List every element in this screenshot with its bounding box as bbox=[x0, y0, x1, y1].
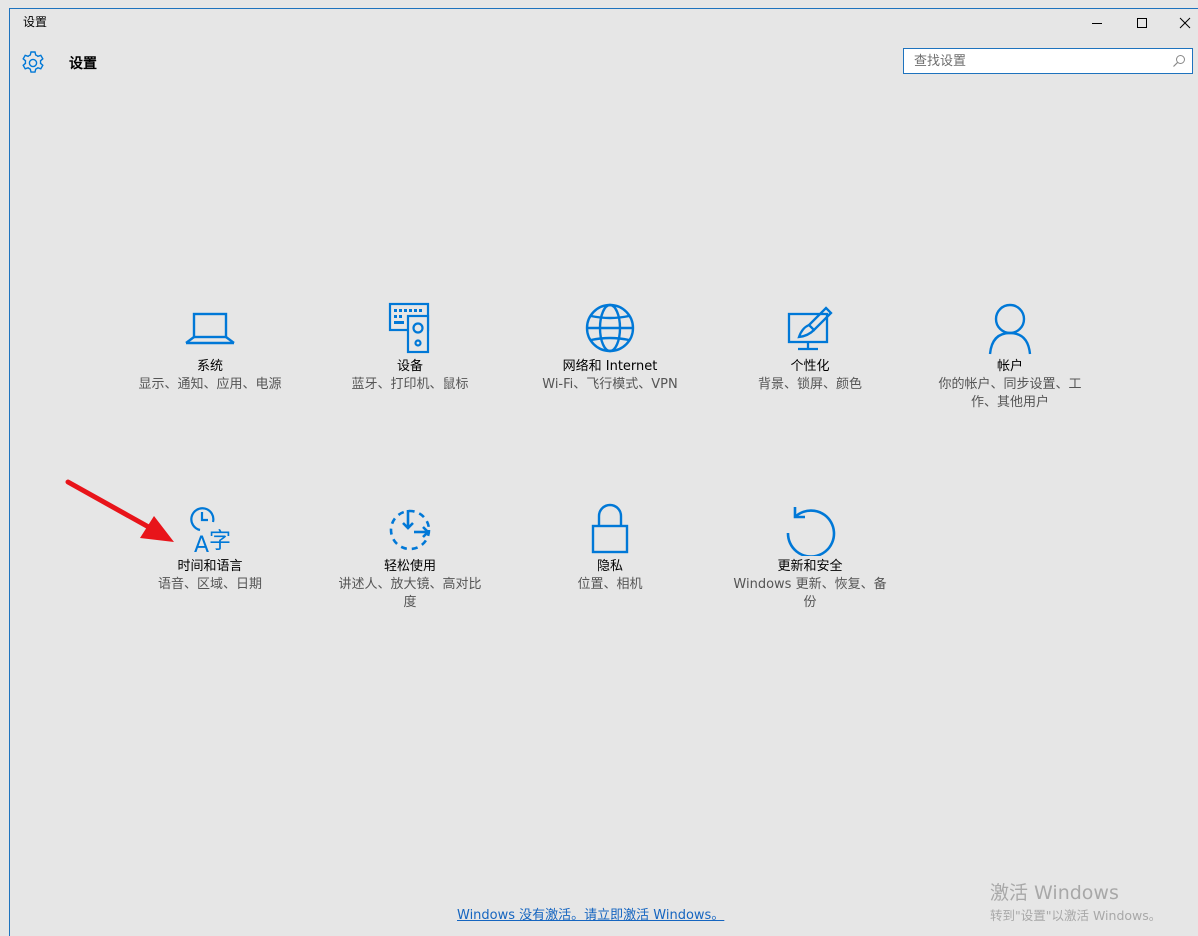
ease-of-access-icon bbox=[389, 509, 431, 551]
close-icon bbox=[1179, 17, 1191, 29]
globe-icon bbox=[585, 303, 635, 353]
tile-network[interactable]: 网络和 Internet Wi-Fi、飞行模式、VPN bbox=[525, 300, 695, 394]
tile-ease-of-access[interactable]: 轻松使用 讲述人、放大镜、高对比度 bbox=[325, 500, 495, 612]
laptop-icon bbox=[185, 312, 235, 345]
activate-windows-link[interactable]: Windows 没有激活。请立即激活 Windows。 bbox=[457, 904, 724, 923]
tile-description: 显示、通知、应用、电源 bbox=[138, 377, 282, 392]
tile-devices[interactable]: 设备 蓝牙、打印机、鼠标 bbox=[325, 300, 495, 394]
tile-system[interactable]: 系统 显示、通知、应用、电源 bbox=[125, 300, 295, 394]
tile-description: 蓝牙、打印机、鼠标 bbox=[351, 377, 469, 392]
minimize-icon bbox=[1092, 23, 1102, 24]
tile-description: Windows 更新、恢复、备份 bbox=[733, 577, 887, 610]
time-language-icon: A 字 bbox=[190, 507, 231, 556]
tile-name: 个性化 bbox=[790, 359, 830, 374]
tile-description: 讲述人、放大镜、高对比度 bbox=[338, 577, 482, 610]
tile-privacy[interactable]: 隐私 位置、相机 bbox=[525, 500, 695, 594]
maximize-icon bbox=[1137, 18, 1147, 28]
search-box[interactable] bbox=[903, 48, 1193, 74]
window-title: 设置 bbox=[23, 15, 48, 29]
svg-text:A: A bbox=[194, 533, 209, 556]
window-border-left bbox=[9, 8, 10, 936]
person-icon bbox=[988, 303, 1032, 355]
page-title: 设置 bbox=[69, 56, 97, 72]
minimize-button[interactable] bbox=[1077, 9, 1117, 37]
tile-description: 位置、相机 bbox=[577, 577, 643, 592]
tile-description: 背景、锁屏、颜色 bbox=[757, 377, 862, 392]
lock-icon bbox=[591, 503, 629, 554]
settings-header: 设置 bbox=[10, 42, 1198, 82]
close-button[interactable] bbox=[1165, 9, 1198, 37]
tile-name: 系统 bbox=[196, 359, 223, 374]
tile-update-security[interactable]: 更新和安全 Windows 更新、恢复、备份 bbox=[725, 500, 895, 612]
tile-name: 更新和安全 bbox=[777, 559, 843, 574]
tile-name: 轻松使用 bbox=[383, 559, 436, 574]
tile-personalization[interactable]: 个性化 背景、锁屏、颜色 bbox=[725, 300, 895, 394]
tile-description: 语音、区域、日期 bbox=[157, 577, 262, 592]
settings-window: 设置 设置 查找设置 系统 显示、通知、应用、电源 设备 蓝牙、打印机、鼠标 网… bbox=[0, 0, 1198, 936]
tile-name: 设备 bbox=[396, 359, 423, 374]
personalization-icon bbox=[787, 306, 833, 351]
tile-name: 时间和语言 bbox=[177, 559, 243, 574]
tile-name: 网络和 Internet bbox=[562, 359, 658, 374]
maximize-button[interactable] bbox=[1122, 9, 1162, 37]
search-input[interactable] bbox=[904, 49, 1164, 73]
update-icon bbox=[786, 507, 836, 556]
activation-watermark-title: 激活 Windows bbox=[990, 882, 1119, 904]
tile-accounts[interactable]: 帐户 你的帐户、同步设置、工作、其他用户 bbox=[925, 300, 1095, 412]
tile-name: 隐私 bbox=[596, 559, 623, 574]
svg-text:字: 字 bbox=[209, 529, 231, 554]
tile-name: 帐户 bbox=[996, 359, 1023, 374]
activation-watermark-subtitle: 转到"设置"以激活 Windows。 bbox=[990, 908, 1162, 923]
annotation-arrow bbox=[65, 479, 174, 542]
tile-description: 你的帐户、同步设置、工作、其他用户 bbox=[938, 377, 1082, 410]
gear-icon bbox=[22, 51, 44, 73]
search-icon[interactable] bbox=[1172, 54, 1186, 68]
title-bar[interactable]: 设置 bbox=[10, 9, 1198, 37]
tile-description: Wi-Fi、飞行模式、VPN bbox=[542, 377, 678, 392]
devices-icon bbox=[388, 302, 430, 354]
